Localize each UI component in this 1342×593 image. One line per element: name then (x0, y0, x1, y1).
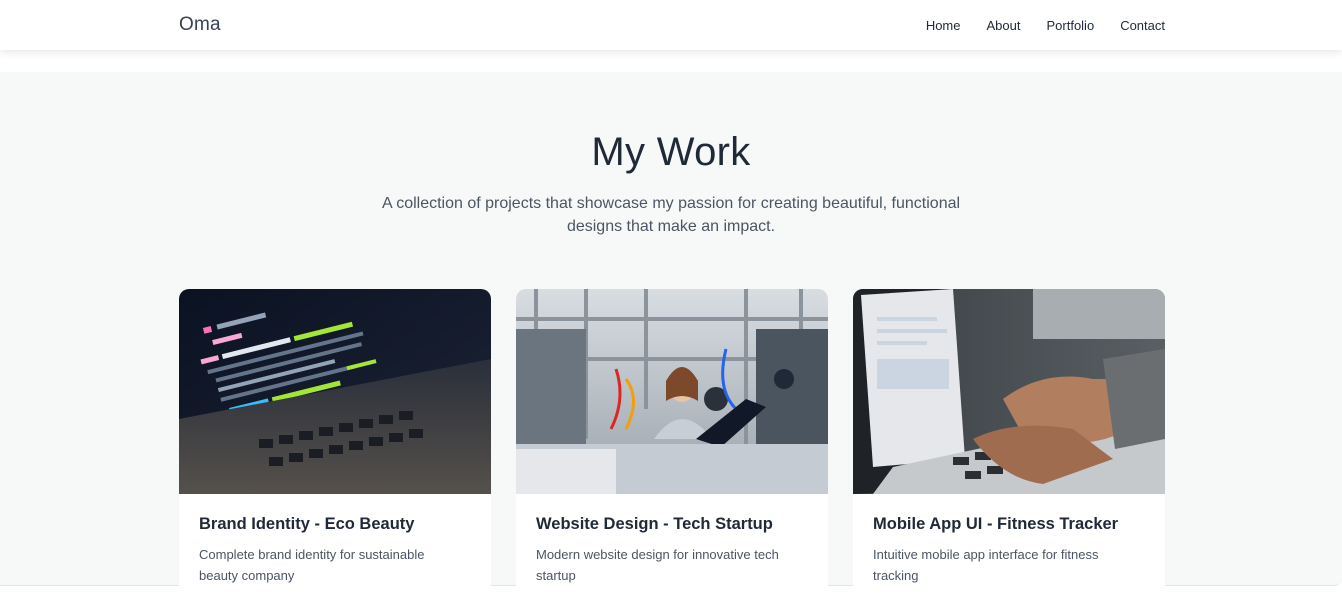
project-cards: Brand Identity - Eco Beauty Complete bra… (179, 289, 1165, 589)
nav-link-about[interactable]: About (987, 18, 1021, 33)
card-body: Brand Identity - Eco Beauty Complete bra… (179, 494, 491, 586)
nav-links: Home About Portfolio Contact (926, 18, 1165, 33)
card-title: Brand Identity - Eco Beauty (199, 515, 415, 533)
card-description: Intuitive mobile app interface for fitne… (873, 547, 1099, 583)
card-title: Mobile App UI - Fitness Tracker (873, 515, 1119, 533)
section-subtitle: A collection of projects that showcase m… (381, 195, 961, 235)
card-description: Complete brand identity for sustainable … (199, 547, 425, 583)
project-card[interactable]: Mobile App UI - Fitness Tracker Intuitiv… (853, 289, 1165, 589)
card-body: Website Design - Tech Startup Modern web… (516, 494, 828, 586)
code-laptop-illustration (179, 289, 491, 494)
card-description: Modern website design for innovative tec… (536, 547, 779, 583)
project-card[interactable]: Website Design - Tech Startup Modern web… (516, 289, 828, 589)
lab-illustration (516, 289, 828, 494)
woman-in-lab-photo (516, 289, 828, 494)
navbar: Oma Home About Portfolio Contact (0, 0, 1342, 50)
project-card[interactable]: Brand Identity - Eco Beauty Complete bra… (179, 289, 491, 589)
brand-logo[interactable]: Oma (179, 14, 221, 36)
code-on-laptop-photo (179, 289, 491, 494)
nav-link-portfolio[interactable]: Portfolio (1046, 18, 1094, 33)
nav-link-contact[interactable]: Contact (1120, 18, 1165, 33)
card-title: Website Design - Tech Startup (536, 515, 773, 533)
typing-illustration (853, 289, 1165, 494)
section-heading: My Work (591, 130, 751, 174)
card-body: Mobile App UI - Fitness Tracker Intuitiv… (853, 494, 1165, 586)
navbar-inner: Oma Home About Portfolio Contact (179, 0, 1165, 50)
hands-typing-photo (853, 289, 1165, 494)
portfolio-section: My Work A collection of projects that sh… (0, 72, 1342, 589)
nav-link-home[interactable]: Home (926, 18, 961, 33)
page-bottom (0, 587, 1342, 593)
